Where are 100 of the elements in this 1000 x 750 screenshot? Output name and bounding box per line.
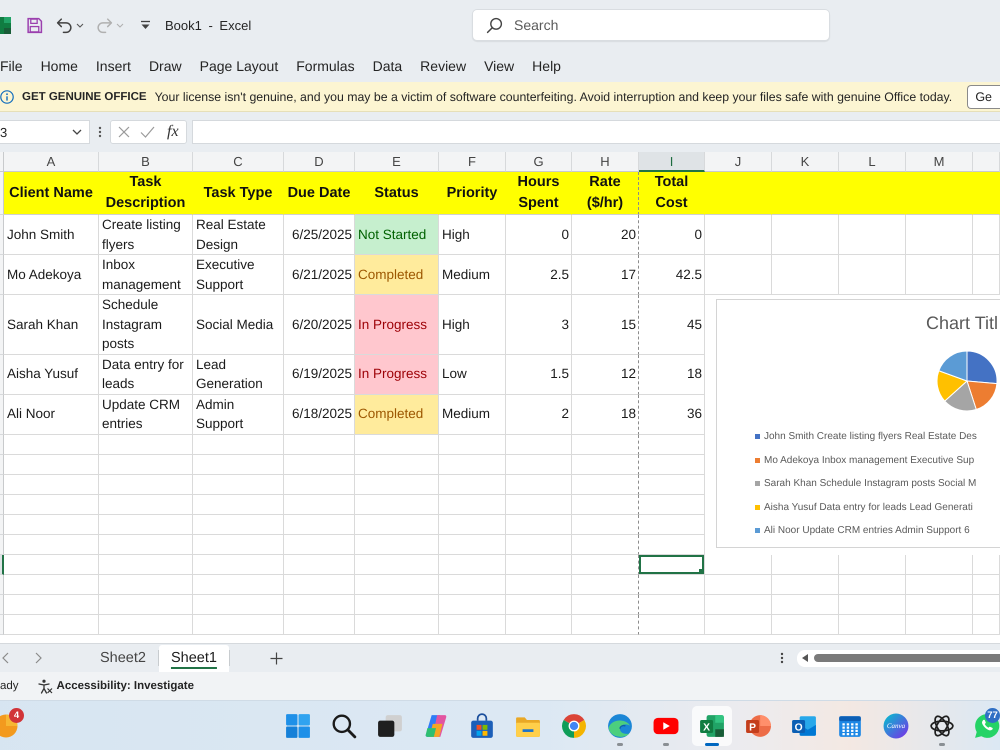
table-cell: Mo Adekoya (4, 255, 99, 295)
horizontal-scrollbar[interactable] (797, 650, 1000, 666)
notification-badge: 77 (985, 708, 1000, 722)
empty-cell (506, 614, 572, 634)
empty-cell (639, 454, 705, 474)
cross-icon[interactable] (118, 126, 130, 138)
empty-cell (439, 614, 506, 634)
column-title: Task Type (193, 172, 284, 215)
fill-handle[interactable] (699, 568, 704, 574)
empty-cell (906, 554, 973, 574)
taskbar-button[interactable]: 77 (968, 706, 1000, 746)
taskbar-button[interactable]: X (692, 706, 732, 746)
check-icon[interactable] (140, 126, 155, 138)
column-header[interactable]: C (193, 152, 284, 172)
table-cell: Sarah Khan (4, 295, 99, 354)
more-icon[interactable] (98, 126, 102, 138)
ribbon-tab[interactable]: Draw (140, 54, 191, 78)
search-icon (331, 712, 357, 738)
ribbon-tab[interactable]: Insert (86, 54, 140, 78)
plus-icon[interactable] (270, 652, 283, 664)
customize-caret-icon[interactable] (140, 20, 151, 30)
column-header[interactable]: A (4, 152, 99, 172)
chart-panel[interactable] (716, 299, 1000, 548)
status-cell: In Progress (355, 354, 439, 394)
name-box[interactable]: 3 (0, 120, 90, 144)
message-action-button[interactable]: Ge (967, 84, 1000, 108)
table-cell: Real Estate Design (193, 215, 284, 255)
undo-icon[interactable] (56, 16, 73, 34)
table-cell: 42.5 (639, 255, 705, 295)
taskbar-button[interactable]: 4 (0, 706, 26, 746)
empty-cell (439, 434, 506, 454)
chevron-right-icon[interactable] (35, 652, 42, 664)
empty-cell (639, 614, 705, 634)
ribbon-tab[interactable]: Help (523, 54, 570, 78)
column-header[interactable]: G (506, 152, 572, 172)
pie-chart (936, 350, 998, 412)
search-field[interactable]: Search (472, 9, 830, 41)
table-cell: Social Media (193, 295, 284, 354)
column-header[interactable]: F (439, 152, 506, 172)
empty-cell (839, 614, 906, 634)
column-header[interactable]: I (639, 152, 705, 172)
empty-cell (973, 554, 1000, 574)
triangle-left-icon[interactable] (802, 654, 808, 662)
atom-icon (929, 712, 955, 738)
column-header[interactable]: M (906, 152, 973, 172)
empty-cell (572, 474, 639, 494)
caret-icon[interactable] (72, 129, 82, 135)
table-cell: 18 (639, 354, 705, 394)
caret-icon[interactable] (76, 22, 84, 28)
empty-cell (639, 594, 705, 614)
taskbar-button[interactable]: O (784, 706, 824, 746)
save-icon[interactable] (26, 16, 43, 34)
ribbon-tab[interactable]: Formulas (287, 54, 364, 78)
sheet-tab[interactable]: Sheet2 (88, 644, 158, 672)
legend-label: Aisha Yusuf Data entry for leads Lead Generati (764, 502, 973, 513)
empty-cell (906, 215, 973, 255)
column-header[interactable]: L (839, 152, 906, 172)
insert-function-button[interactable]: fx (165, 123, 181, 141)
empty-cell (973, 594, 1000, 614)
active-cell[interactable] (639, 554, 705, 574)
empty-cell (284, 474, 355, 494)
column-header[interactable]: K (772, 152, 839, 172)
empty-cell (572, 574, 639, 594)
more-icon[interactable] (780, 652, 784, 664)
ribbon-tab[interactable]: Data (364, 54, 412, 78)
taskbar-button[interactable]: P (738, 706, 778, 746)
column-header[interactable]: J (705, 152, 772, 172)
ribbon-tab[interactable]: File (0, 54, 32, 78)
chevron-left-icon[interactable] (2, 652, 9, 664)
column-header[interactable]: D (284, 152, 355, 172)
empty-cell (772, 554, 839, 574)
column-header[interactable]: B (99, 152, 193, 172)
empty-cell (973, 614, 1000, 634)
ribbon-tab[interactable]: View (475, 54, 524, 78)
formula-input[interactable] (192, 120, 1000, 144)
table-cell: 15 (572, 295, 639, 354)
column-header[interactable] (973, 152, 1000, 172)
empty-cell (439, 534, 506, 554)
column-header[interactable]: H (572, 152, 639, 172)
status-cell: Completed (355, 255, 439, 295)
table-cell: 2 (506, 394, 572, 434)
table-cell: Create listing flyers (99, 215, 193, 255)
accessibility-button[interactable]: Accessibility: Investigate (38, 678, 194, 694)
row-header[interactable] (0, 554, 4, 574)
scrollbar-thumb[interactable] (814, 654, 1000, 662)
shopping-bag-icon (469, 712, 495, 738)
status-text: ady (0, 680, 19, 692)
info-icon (0, 90, 14, 104)
ribbon-tab[interactable]: Home (32, 54, 87, 78)
empty-cell (284, 614, 355, 634)
ribbon-tab[interactable]: Review (411, 54, 476, 78)
empty-cell (906, 574, 973, 594)
column-header[interactable]: E (355, 152, 439, 172)
empty-cell (284, 454, 355, 474)
sheet-tab[interactable]: Sheet1 (158, 644, 229, 672)
search-icon (486, 17, 503, 34)
ribbon-tab[interactable]: Page Layout (190, 54, 288, 78)
empty-cell (284, 514, 355, 534)
empty-cell (284, 574, 355, 594)
empty-cell (506, 494, 572, 514)
